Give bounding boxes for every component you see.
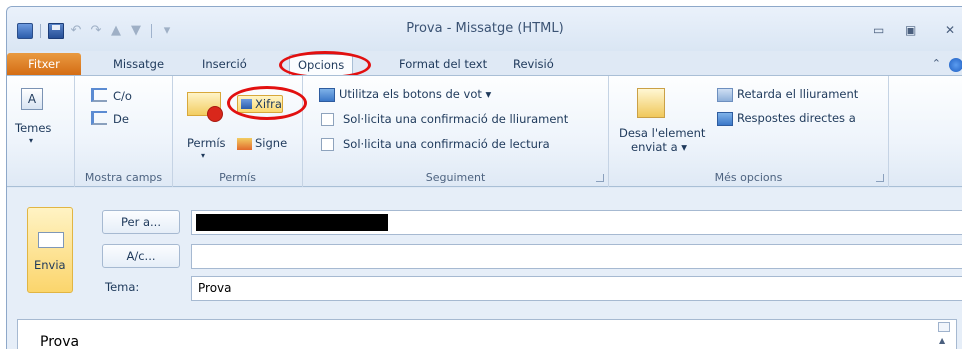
title-bar: ↶ ↷ ▲ ▼ ▾ Prova - Missatge (HTML) ▭ ▣ ✕ (7, 7, 962, 51)
subject-field[interactable]: Prova (191, 276, 962, 301)
voting-buttons-label: Utilitza els botons de vot (339, 87, 482, 101)
read-receipt-label: Sol·licita una confirmació de lectura (343, 137, 550, 151)
message-body[interactable]: Prova ▲ (17, 319, 957, 349)
signature-icon (237, 138, 252, 150)
scrollbar[interactable]: ▲ (938, 322, 952, 349)
group-label-seguiment: Seguiment (425, 171, 486, 184)
delivery-receipt-label: Sol·licita una confirmació de lliurament (343, 112, 569, 126)
cc-field-icon (91, 88, 107, 102)
delay-delivery-button[interactable]: Retarda el lliurament (737, 87, 858, 101)
voting-buttons-icon (319, 88, 335, 102)
send-envelope-icon (38, 232, 64, 248)
desa-element-line2: enviat a (631, 140, 678, 154)
group-temes: A Temes ▾ (7, 76, 75, 187)
send-button[interactable]: Envia (27, 207, 73, 293)
maximize-icon[interactable]: ▣ (905, 23, 916, 37)
minimize-icon[interactable]: ▭ (873, 23, 884, 37)
tab-revisio[interactable]: Revisió (505, 54, 562, 75)
tab-insercio[interactable]: Inserció (194, 54, 255, 75)
dialog-launcher-icon[interactable] (596, 174, 604, 182)
ribbon-panel: A Temes ▾ C/o De Mostra camps Xifra Perm… (7, 75, 962, 187)
to-field[interactable] (191, 210, 962, 235)
save-sent-item-icon (637, 88, 665, 118)
delay-delivery-icon (717, 88, 733, 102)
subject-label: Tema: (105, 280, 140, 294)
scroll-up-icon[interactable]: ▲ (939, 336, 945, 345)
voting-buttons-button[interactable]: Utilitza els botons de vot ▾ (339, 87, 491, 101)
window-title: Prova - Missatge (HTML) (406, 21, 564, 36)
delivery-receipt-checkbox[interactable] (321, 113, 334, 126)
ribbon-tabs: Fitxer Missatge Inserció Opcions Format … (7, 51, 962, 79)
group-label-mostra-camps: Mostra camps (84, 171, 163, 184)
desa-element-line1[interactable]: Desa l'element (619, 126, 705, 140)
temes-button[interactable]: Temes (15, 121, 51, 135)
tab-format-del-text[interactable]: Format del text (391, 54, 495, 75)
group-permis: Xifra Permís ▾ Signe Permís (173, 76, 307, 187)
dropdown-arrow-icon[interactable]: ▾ (201, 151, 205, 160)
from-toggle-button[interactable]: De (113, 112, 129, 126)
direct-replies-icon (717, 112, 733, 126)
dialog-launcher-icon[interactable] (876, 174, 884, 182)
cc-field[interactable] (191, 244, 962, 269)
from-field-icon (91, 111, 107, 125)
dropdown-arrow-icon[interactable]: ▾ (29, 136, 33, 145)
scroll-grip-icon[interactable] (938, 322, 950, 332)
close-icon[interactable]: ✕ (945, 23, 955, 37)
group-mostra-camps: C/o De Mostra camps (75, 76, 173, 187)
themes-icon[interactable]: A (21, 88, 43, 110)
collapse-ribbon-icon[interactable]: ⌃ (932, 57, 941, 70)
group-mes-opcions: Desa l'element enviat a ▾ Retarda el lli… (609, 76, 889, 187)
to-button[interactable]: Per a... (102, 210, 180, 234)
redacted-recipient (196, 214, 388, 231)
group-label-permis: Permís (219, 171, 256, 184)
signe-button[interactable]: Signe (255, 136, 287, 150)
compose-area: Envia Per a... A/c... Tema: Prova Prova … (7, 188, 962, 349)
send-label: Envia (34, 258, 66, 272)
cc-toggle-button[interactable]: C/o (113, 89, 132, 103)
cc-button[interactable]: A/c... (102, 244, 180, 268)
message-body-text: Prova (40, 334, 80, 349)
group-label-mes-opcions: Més opcions (714, 171, 783, 184)
direct-replies-button[interactable]: Respostes directes a (737, 111, 856, 125)
tab-missatge[interactable]: Missatge (105, 54, 172, 75)
read-receipt-checkbox[interactable] (321, 138, 334, 151)
highlight-circle-xifra (227, 86, 307, 120)
save-sent-item-button[interactable]: enviat a ▾ (631, 140, 687, 154)
help-icon[interactable] (949, 58, 962, 72)
permis-button[interactable]: Permís (187, 136, 226, 150)
restrict-icon (207, 106, 223, 122)
tab-fitxer[interactable]: Fitxer (7, 53, 81, 75)
group-seguiment: Utilitza els botons de vot ▾ Sol·licita … (303, 76, 609, 187)
outlook-message-window: ↶ ↷ ▲ ▼ ▾ Prova - Missatge (HTML) ▭ ▣ ✕ … (6, 6, 962, 349)
